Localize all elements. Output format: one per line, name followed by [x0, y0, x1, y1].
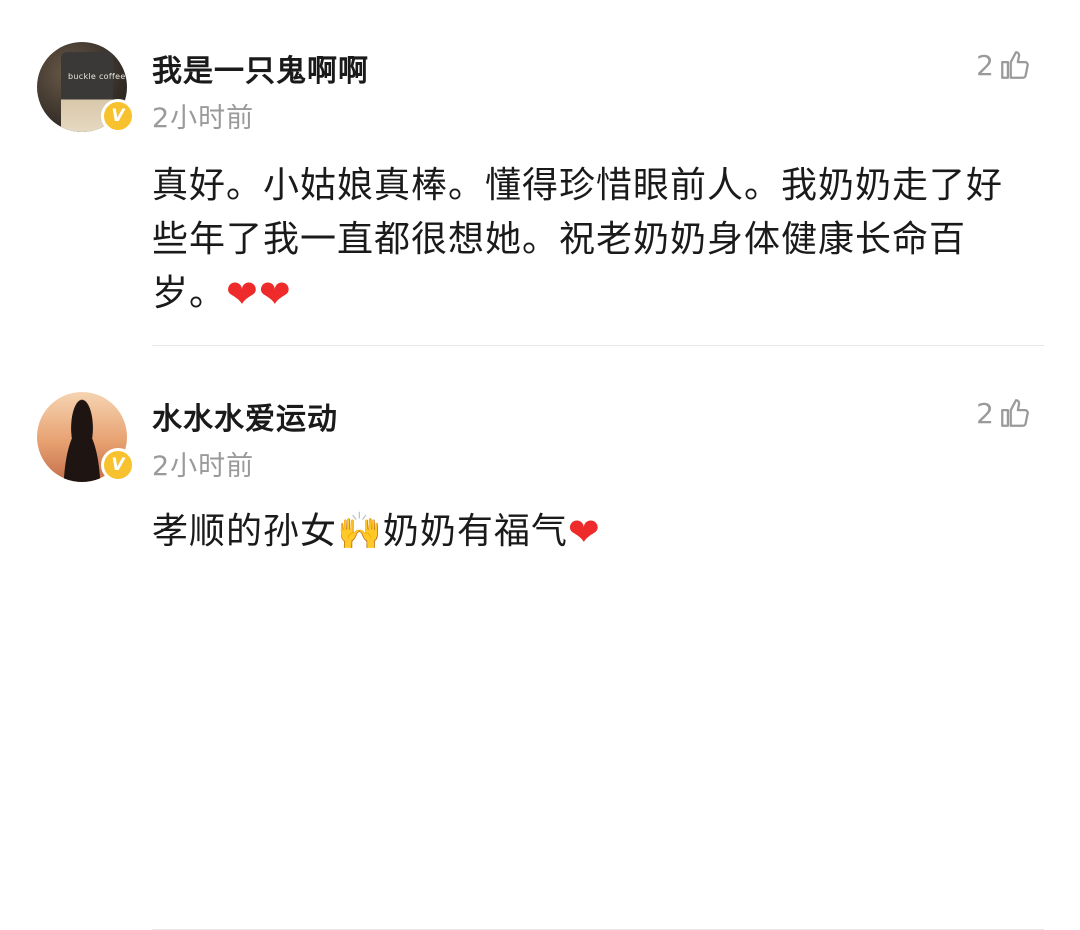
like-count: 2	[976, 48, 994, 82]
thumbs-up-icon	[1001, 399, 1029, 427]
like-button[interactable]: 2	[976, 48, 1032, 82]
verified-badge-icon: V	[101, 99, 135, 133]
username[interactable]: 我是一只鬼啊啊	[152, 46, 369, 90]
heart-icon: ❤	[567, 510, 601, 554]
username[interactable]: 水水水爱运动	[152, 394, 338, 438]
comment-text: 孝顺的孙女🙌奶奶有福气❤	[152, 505, 1032, 559]
like-count: 2	[976, 396, 994, 430]
heart-icon: ❤❤	[226, 272, 292, 316]
timestamp: 2小时前	[152, 451, 255, 482]
thumbs-up-icon	[1001, 51, 1029, 79]
comment-text: 真好。小姑娘真棒。懂得珍惜眼前人。我奶奶走了好些年了我一直都很想她。祝老奶奶身体…	[152, 159, 1032, 321]
comment-body-continued: 奶奶有福气	[382, 511, 568, 552]
timestamp: 2小时前	[152, 103, 255, 134]
comment-item: buckle coffee V 我是一只鬼啊啊 2小时前 2 真好。小姑娘真棒。…	[0, 0, 1080, 346]
praying-hands-icon: 🙌	[337, 511, 383, 552]
verified-badge-icon: V	[101, 448, 135, 482]
like-button[interactable]: 2	[976, 396, 1032, 430]
comment-body: 孝顺的孙女	[152, 511, 338, 552]
avatar-caption: buckle coffee	[68, 72, 126, 81]
comment-item: V 水水水爱运动 2小时前 2 孝顺的孙女🙌奶奶有福气❤	[0, 346, 1080, 930]
